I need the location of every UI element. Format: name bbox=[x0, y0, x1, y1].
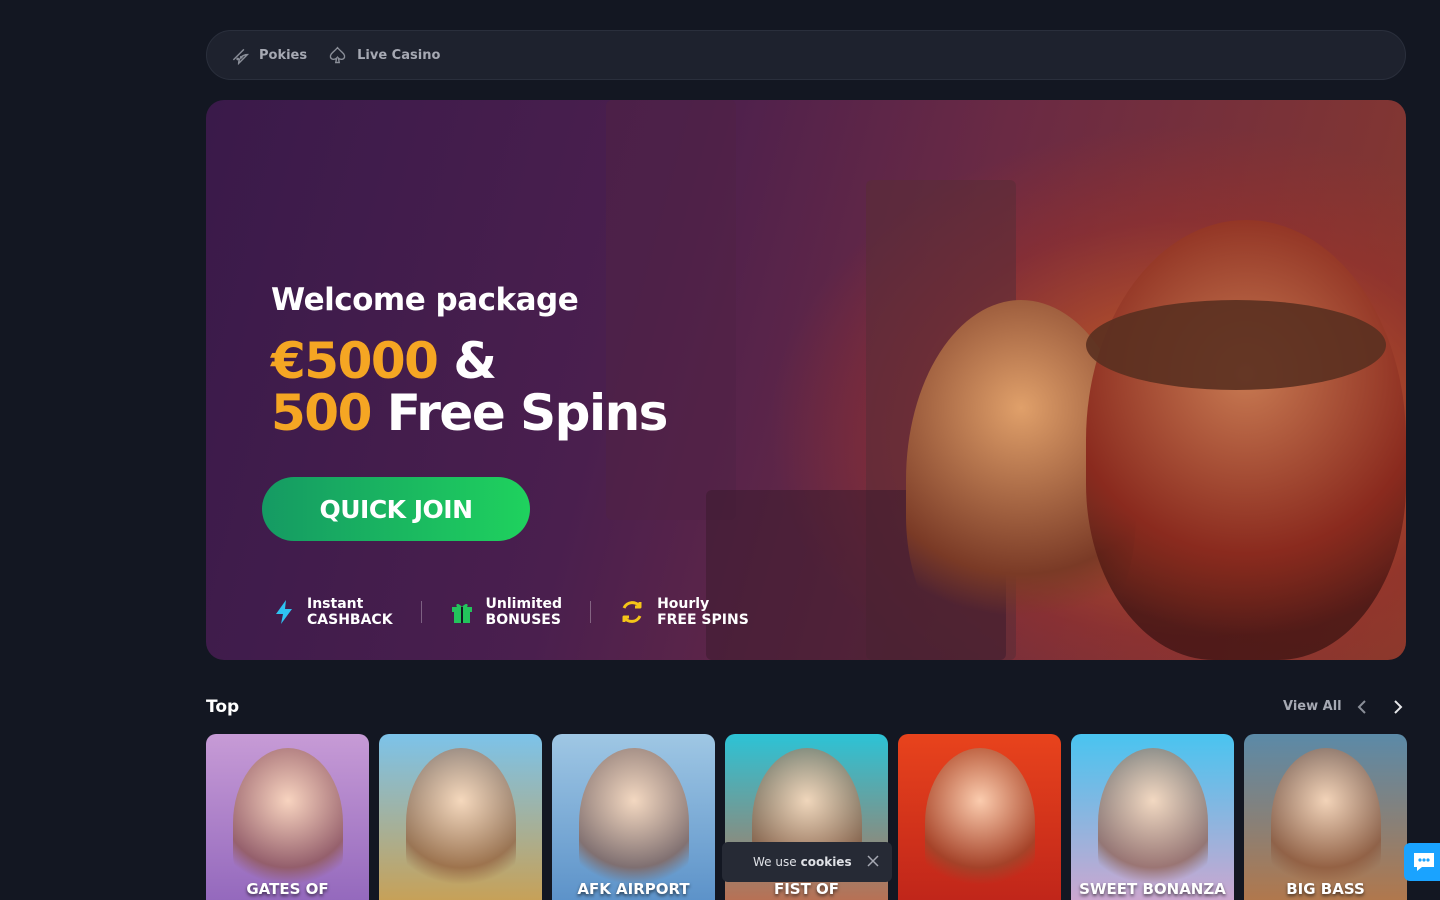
hero-banner: Welcome package €5000 & 500 Free Spins Q… bbox=[206, 100, 1406, 660]
hero-title: Welcome package bbox=[271, 282, 579, 318]
game-title: FIST OF bbox=[773, 880, 840, 898]
feature-bonuses: Unlimited BONUSES bbox=[450, 596, 563, 628]
nav-label-pokies: Pokies bbox=[259, 47, 308, 63]
background-tower bbox=[606, 100, 736, 520]
divider bbox=[590, 601, 592, 623]
close-icon[interactable] bbox=[866, 854, 880, 868]
spins-count: 500 bbox=[271, 384, 372, 442]
game-artwork bbox=[232, 748, 343, 898]
game-title: BIG BASS bbox=[1286, 880, 1365, 898]
lightning-icon bbox=[276, 600, 292, 624]
chevron-right-icon[interactable] bbox=[1386, 696, 1408, 718]
game-tile[interactable]: BIG BASS bbox=[1244, 734, 1407, 900]
nav-item-pokies[interactable]: Pokies bbox=[229, 45, 307, 66]
game-title: AFK AIRPORT bbox=[577, 880, 690, 898]
cowboy-hat bbox=[1086, 300, 1386, 390]
feature-bottom: BONUSES bbox=[485, 612, 561, 628]
divider bbox=[420, 601, 422, 623]
game-tile[interactable] bbox=[379, 734, 542, 900]
cookie-link[interactable]: cookies bbox=[801, 855, 852, 869]
nav-label-live-casino: Live Casino bbox=[357, 47, 441, 63]
feature-top: Hourly bbox=[657, 596, 710, 612]
live-chat-button[interactable] bbox=[1404, 843, 1440, 881]
chevron-left-icon[interactable] bbox=[1352, 696, 1374, 718]
game-title: SWEET BONANZA bbox=[1079, 880, 1226, 898]
feature-bottom: FREE SPINS bbox=[657, 612, 749, 628]
view-all-link[interactable]: View All bbox=[1283, 699, 1342, 714]
game-tile[interactable]: SWEET BONANZA bbox=[1071, 734, 1234, 900]
game-artwork bbox=[924, 748, 1035, 898]
game-tile[interactable]: AFK AIRPORT bbox=[552, 734, 715, 900]
spade-icon bbox=[329, 46, 346, 63]
nav-item-live-casino[interactable]: Live Casino bbox=[327, 45, 440, 66]
bonus-amount-joiner: & bbox=[453, 332, 497, 390]
game-tile[interactable] bbox=[898, 734, 1061, 900]
feature-top: Instant bbox=[307, 596, 364, 612]
cookie-text: We use bbox=[753, 855, 797, 869]
refresh-icon bbox=[622, 601, 642, 623]
cowboy-character bbox=[1086, 220, 1406, 660]
spins-label: Free Spins bbox=[386, 384, 669, 442]
game-artwork bbox=[1270, 748, 1381, 898]
game-artwork bbox=[405, 748, 516, 898]
game-artwork bbox=[1097, 748, 1208, 898]
hero-offer: €5000 & 500 Free Spins bbox=[271, 332, 669, 442]
game-tile[interactable]: GATES OF bbox=[206, 734, 369, 900]
game-artwork bbox=[578, 748, 689, 898]
game-title: GATES OF bbox=[246, 880, 329, 898]
gift-icon bbox=[451, 603, 472, 623]
feature-free-spins: Hourly FREE SPINS bbox=[619, 596, 749, 628]
bonus-amount: €5000 bbox=[271, 332, 439, 390]
top-nav: Pokies Live Casino bbox=[206, 30, 1406, 80]
feature-top: Unlimited bbox=[485, 596, 563, 612]
feature-cashback: Instant CASHBACK bbox=[273, 596, 393, 628]
watermelon-icon bbox=[232, 48, 250, 65]
feature-bottom: CASHBACK bbox=[307, 612, 393, 628]
hero-features: Instant CASHBACK Unlimited BONUSES Hourly F… bbox=[273, 596, 749, 628]
quick-join-button[interactable]: QUICK JOIN bbox=[262, 477, 530, 541]
cookie-notice: We use cookies bbox=[722, 842, 892, 882]
section-title-top: Top bbox=[206, 697, 240, 717]
chat-icon bbox=[1414, 853, 1434, 871]
